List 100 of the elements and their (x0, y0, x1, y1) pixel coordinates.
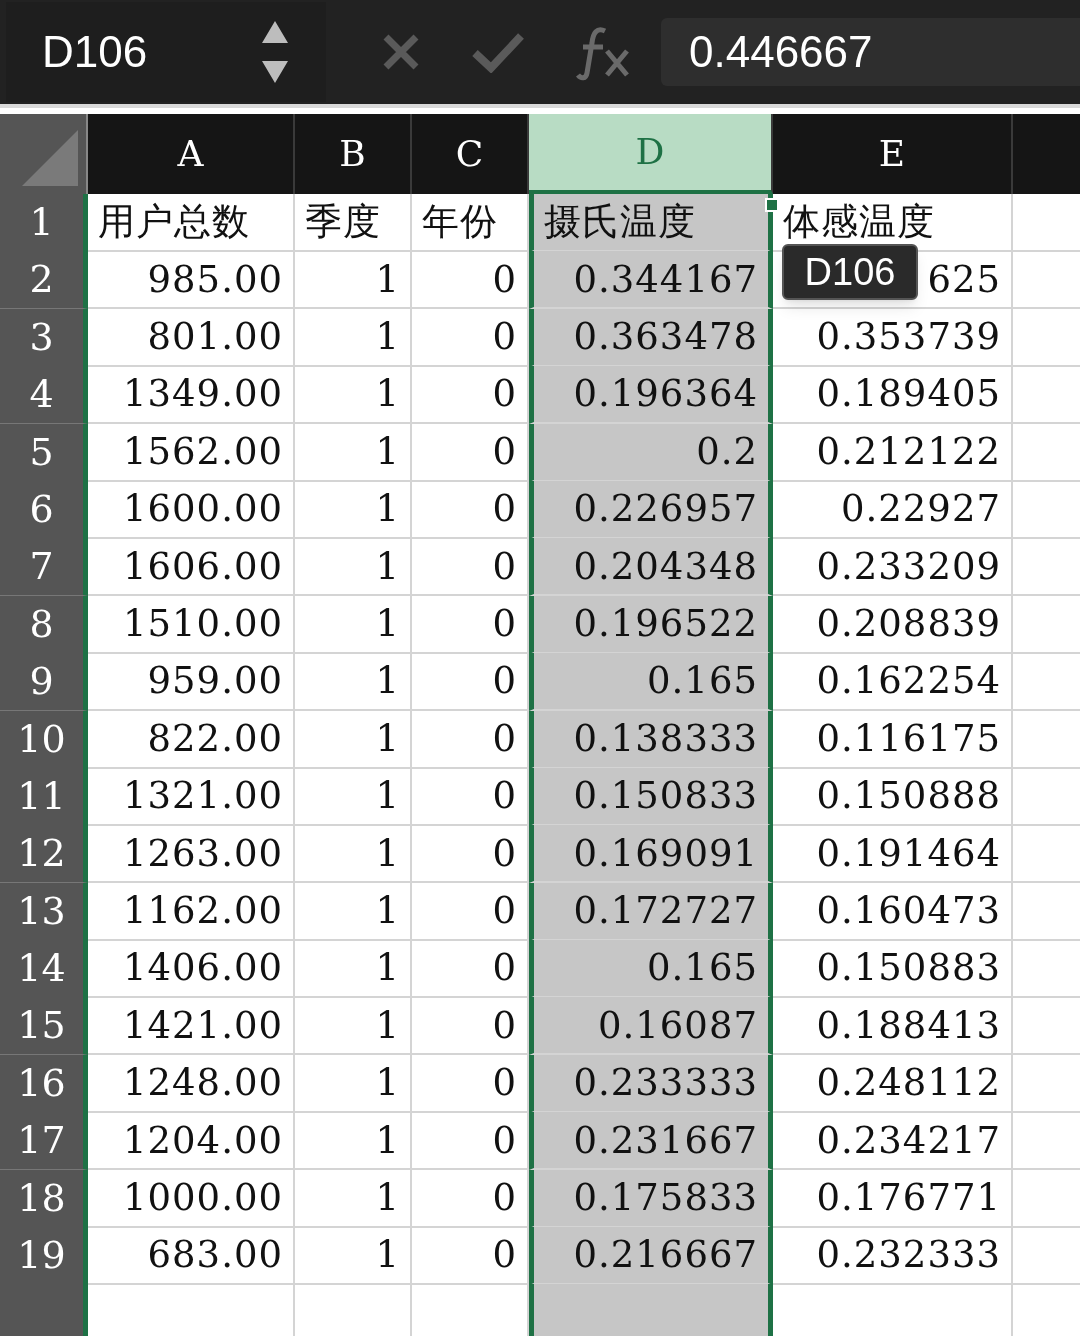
table-cell: 0.196364 (529, 366, 773, 425)
row-header[interactable]: 3 (0, 308, 88, 367)
table-cell: 0.212122 (773, 423, 1013, 482)
table-cell: 0.233209 (773, 538, 1013, 597)
table-cell: 1510.00 (88, 595, 295, 654)
column-header[interactable]: B (295, 114, 412, 194)
table-cell: 0.175833 (529, 1169, 773, 1228)
table-cell: 0.191464 (773, 825, 1013, 884)
row-header[interactable] (0, 1284, 88, 1336)
table-cell: 0.204348 (529, 538, 773, 597)
table-cell: 0.16087 (529, 997, 773, 1056)
table-cell: 1 (295, 1227, 412, 1286)
row-header[interactable]: 16 (0, 1054, 88, 1113)
table-cell: 0.172727 (529, 882, 773, 941)
table-cell: 0.169091 (529, 825, 773, 884)
table-cell: 0.216667 (529, 1227, 773, 1286)
row-header[interactable]: 1 (0, 194, 88, 252)
row-header[interactable]: 13 (0, 882, 88, 941)
table-cell: 0.196522 (529, 595, 773, 654)
table-cell: 1 (295, 251, 412, 310)
table-cell: 1162.00 (88, 882, 295, 941)
row-header[interactable]: 11 (0, 767, 88, 826)
table-cell: 0.165 (529, 653, 773, 712)
column-header[interactable]: E (773, 114, 1013, 194)
row-header[interactable]: 17 (0, 1112, 88, 1171)
row-header[interactable]: 18 (0, 1169, 88, 1228)
column-header[interactable]: A (88, 114, 295, 194)
table-cell: 1 (295, 538, 412, 597)
row-header[interactable]: 12 (0, 825, 88, 884)
table-cell: 0.248112 (773, 1054, 1013, 1113)
row-header[interactable]: 9 (0, 653, 88, 712)
table-cell: 985.00 (88, 251, 295, 310)
select-all-button[interactable] (0, 114, 88, 194)
table-cell: 0.232333 (773, 1227, 1013, 1286)
formula-field[interactable]: 0.446667 (661, 18, 1080, 86)
table-cell: 0.234217 (773, 1112, 1013, 1171)
table-cell: 1349.00 (88, 366, 295, 425)
table-cell: 0.363478 (529, 308, 773, 367)
row-header[interactable]: 14 (0, 940, 88, 999)
row-header[interactable]: 7 (0, 538, 88, 597)
row-header[interactable]: 8 (0, 595, 88, 654)
table-cell: 0.138333 (529, 710, 773, 769)
table-cell: 1204.00 (88, 1112, 295, 1171)
table-cell: 0.165 (529, 940, 773, 999)
table-cell: 0.2 (529, 423, 773, 482)
table-cell: 1 (295, 1054, 412, 1113)
check-icon[interactable] (471, 31, 525, 73)
table-cell: 0.233333 (529, 1054, 773, 1113)
table-cell: 1 (295, 767, 412, 826)
table-cell: 801.00 (88, 308, 295, 367)
row-header[interactable]: 6 (0, 480, 88, 539)
row-header[interactable]: 19 (0, 1227, 88, 1286)
table-cell: 0.226957 (529, 480, 773, 539)
table-cell: 1321.00 (88, 767, 295, 826)
table-cell: 1 (295, 997, 412, 1056)
column-header[interactable]: D (529, 114, 773, 194)
table-cell: 0.353739 (773, 308, 1013, 367)
table-cell: 1600.00 (88, 480, 295, 539)
table-cell: 0.231667 (529, 1112, 773, 1171)
table-cell: 季度 (295, 194, 412, 252)
table-cell: 1 (295, 653, 412, 712)
row-header[interactable]: 2 (0, 251, 88, 310)
table-cell: 1 (295, 1112, 412, 1171)
table-cell: 0.176771 (773, 1169, 1013, 1228)
table-cell: 1263.00 (88, 825, 295, 884)
table-cell: 0.150883 (773, 940, 1013, 999)
table-cell: 1 (295, 595, 412, 654)
table-cell: 683.00 (88, 1227, 295, 1286)
table-cell: 摄氏温度 (529, 194, 773, 252)
table-cell: 0.116175 (773, 710, 1013, 769)
table-cell: 0.160473 (773, 882, 1013, 941)
table-cell: 1000.00 (88, 1169, 295, 1228)
row-header[interactable]: 5 (0, 423, 88, 482)
table-cell: 1 (295, 882, 412, 941)
row-header[interactable]: 10 (0, 710, 88, 769)
table-cell: 1 (295, 1169, 412, 1228)
table-cell: 1 (295, 423, 412, 482)
table-cell: 1562.00 (88, 423, 295, 482)
table-cell: 822.00 (88, 710, 295, 769)
table-cell: 1 (295, 940, 412, 999)
row-header[interactable]: 4 (0, 366, 88, 425)
table-cell: 1606.00 (88, 538, 295, 597)
table-cell: 1421.00 (88, 997, 295, 1056)
table-cell: 0.150888 (773, 767, 1013, 826)
table-cell: 1 (295, 308, 412, 367)
table-cell: 0.208839 (773, 595, 1013, 654)
row-header[interactable]: 15 (0, 997, 88, 1056)
table-cell: 1 (295, 710, 412, 769)
table-cell: 1 (295, 480, 412, 539)
table-cell: 0.189405 (773, 366, 1013, 425)
table-cell: 用户总数 (88, 194, 295, 252)
table-cell: 1406.00 (88, 940, 295, 999)
cell-tooltip: D106 (782, 244, 918, 300)
table-cell: 1 (295, 366, 412, 425)
table-cell: 1 (295, 825, 412, 884)
cancel-icon[interactable] (381, 32, 421, 72)
table-cell: 0.344167 (529, 251, 773, 310)
corner-icon (22, 130, 78, 186)
fill-handle[interactable] (765, 198, 779, 212)
table-cell: 0.150833 (529, 767, 773, 826)
